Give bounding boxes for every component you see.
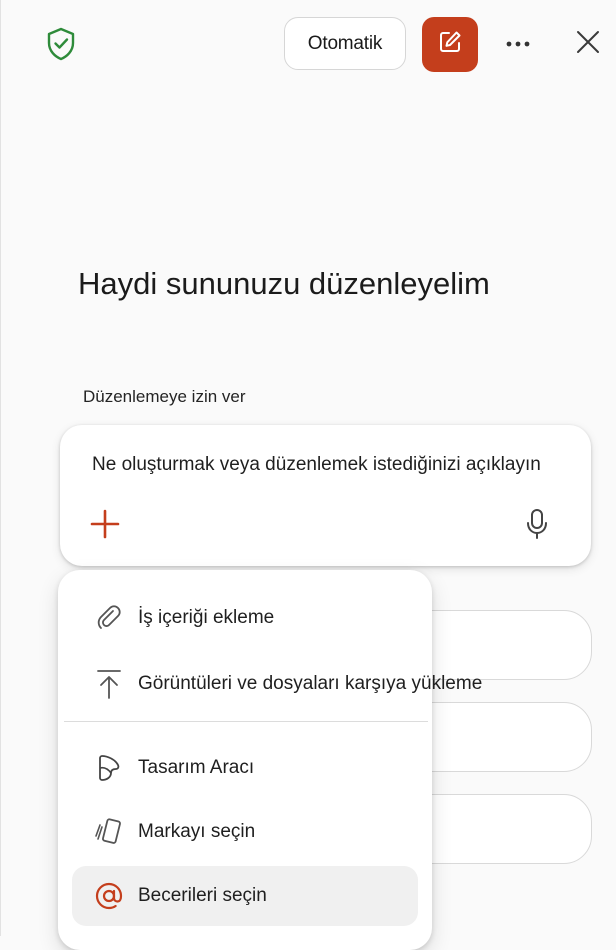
menu-divider	[64, 721, 428, 722]
panel-edge	[0, 0, 1, 936]
more-icon	[505, 35, 531, 53]
at-sign-icon	[92, 879, 126, 913]
add-button[interactable]	[88, 509, 122, 543]
microphone-icon	[526, 508, 548, 545]
section-label: Düzenlemeye izin ver	[83, 387, 246, 406]
menu-item-label: Becerileri seçin	[138, 885, 267, 906]
attach-menu: İş içeriği ekleme Görüntüleri ve dosyala…	[58, 570, 482, 950]
upload-icon	[92, 667, 126, 701]
menu-item-label: Görüntüleri ve dosyaları karşıya yükleme	[138, 673, 483, 694]
close-icon	[576, 30, 600, 59]
brand-icon	[92, 815, 126, 849]
menu-item-upload-files[interactable]: Görüntüleri ve dosyaları karşıya yükleme	[72, 654, 482, 714]
menu-item-designer[interactable]: Tasarım Aracı	[72, 738, 418, 798]
shield-check-icon	[44, 26, 78, 62]
auto-mode-label: Otomatik	[307, 32, 383, 54]
microphone-button[interactable]	[522, 508, 552, 544]
menu-item-label: İş içeriği ekleme	[138, 607, 275, 628]
menu-item-skills[interactable]: Becerileri seçin	[72, 866, 418, 926]
auto-mode-button[interactable]: Otomatik	[284, 17, 406, 70]
prompt-card: Ne oluşturmak veya düzenlemek istediğini…	[60, 425, 591, 566]
plus-icon	[90, 509, 120, 544]
menu-item-add-work-content[interactable]: İş içeriği ekleme	[72, 588, 418, 648]
menu-item-label: Tasarım Aracı	[138, 757, 255, 778]
paperclip-icon	[92, 601, 126, 635]
page-title: Haydi sununuzu düzenleyelim	[78, 266, 490, 301]
compose-icon	[437, 29, 463, 60]
more-options-button[interactable]	[500, 28, 536, 60]
menu-item-brand[interactable]: Markayı seçin	[72, 802, 418, 862]
designer-icon	[92, 751, 126, 785]
compose-button[interactable]	[422, 17, 478, 72]
close-button[interactable]	[570, 26, 606, 62]
prompt-input[interactable]: Ne oluşturmak veya düzenlemek istediğini…	[92, 454, 541, 476]
menu-item-label: Markayı seçin	[138, 821, 256, 842]
